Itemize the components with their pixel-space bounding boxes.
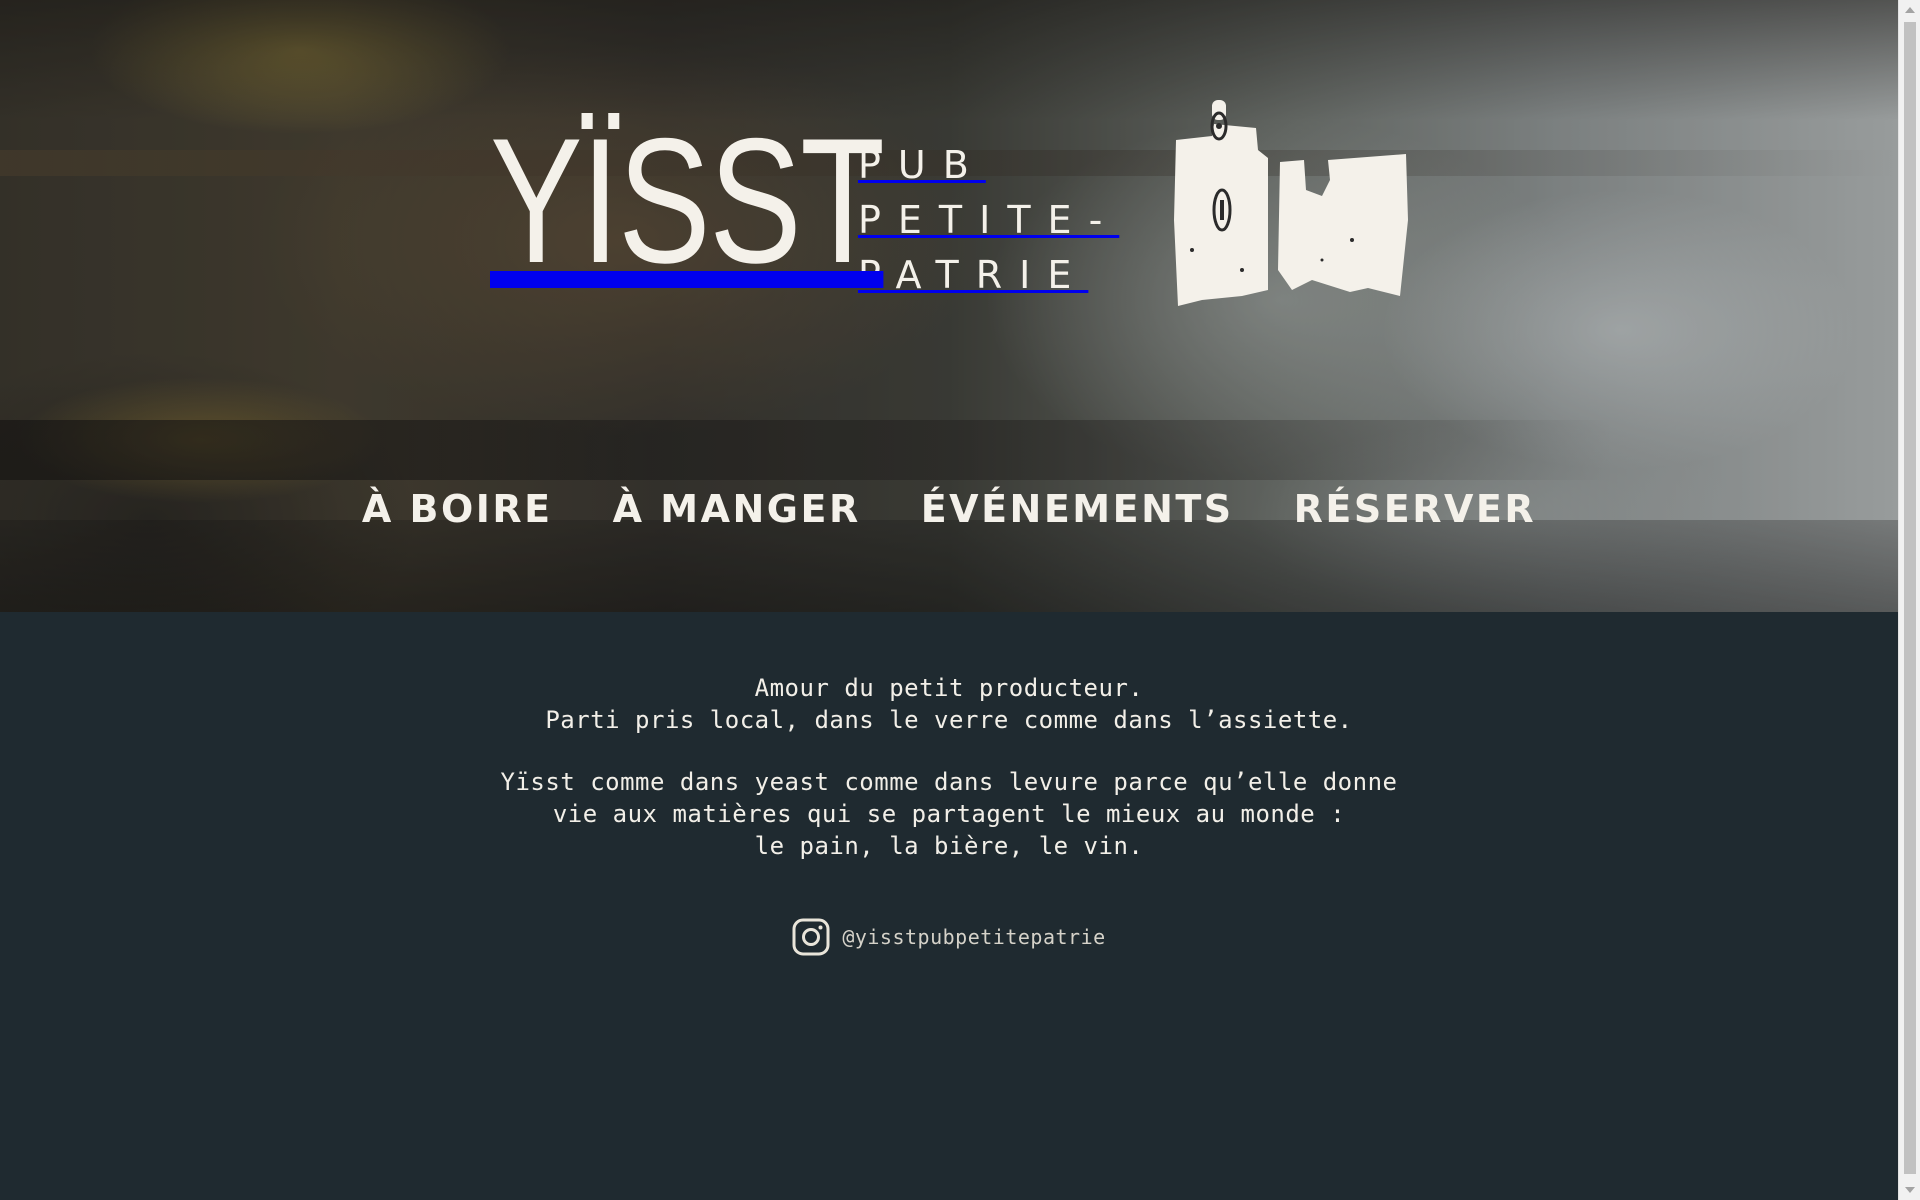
- hero-banner: YÏSST PUB PETITE- PATRIE À BOIRE À MANGE…: [0, 0, 1898, 612]
- instagram-icon-link[interactable]: [792, 918, 830, 956]
- about-line: Yïsst comme dans yeast comme dans levure…: [500, 768, 1398, 796]
- boot-icon: [1174, 100, 1408, 306]
- about-line: Amour du petit producteur.: [754, 674, 1144, 702]
- nav-link-reserver[interactable]: RÉSERVER: [1294, 487, 1536, 531]
- about-text: Amour du petit producteur. Parti pris lo…: [0, 672, 1898, 862]
- scrollbar-thumb[interactable]: [1904, 22, 1916, 1174]
- instagram-icon: [792, 918, 830, 956]
- logo-wordmark: YÏSST: [490, 101, 885, 300]
- instagram-link-row: @yisstpubpetitepatrie: [0, 918, 1898, 956]
- main-navigation: À BOIRE À MANGER ÉVÉNEMENTS RÉSERVER: [0, 487, 1898, 531]
- scroll-up-arrow-icon[interactable]: [1899, 0, 1920, 20]
- logo-subtitle-line-3: PATRIE: [858, 253, 1089, 297]
- vertical-scrollbar[interactable]: [1898, 0, 1920, 1200]
- nav-link-a-boire[interactable]: À BOIRE: [362, 487, 553, 531]
- logo-subtitle-line-2: PETITE-: [858, 198, 1120, 242]
- logo-subtitle-line-1: PUB: [858, 143, 986, 187]
- about-section: Amour du petit producteur. Parti pris lo…: [0, 612, 1898, 1200]
- nav-link-a-manger[interactable]: À MANGER: [613, 487, 861, 531]
- instagram-handle-link[interactable]: @yisstpubpetitepatrie: [842, 925, 1105, 949]
- nav-link-evenements[interactable]: ÉVÉNEMENTS: [921, 487, 1234, 531]
- logo-subtitle: PUB PETITE- PATRIE: [858, 138, 1119, 303]
- about-line: vie aux matières qui se partagent le mie…: [552, 800, 1346, 828]
- site-logo[interactable]: YÏSST PUB PETITE- PATRIE: [490, 92, 1119, 303]
- scroll-down-arrow-icon[interactable]: [1899, 1180, 1920, 1200]
- about-line: Parti pris local, dans le verre comme da…: [545, 706, 1353, 734]
- about-line: le pain, la bière, le vin.: [754, 832, 1144, 860]
